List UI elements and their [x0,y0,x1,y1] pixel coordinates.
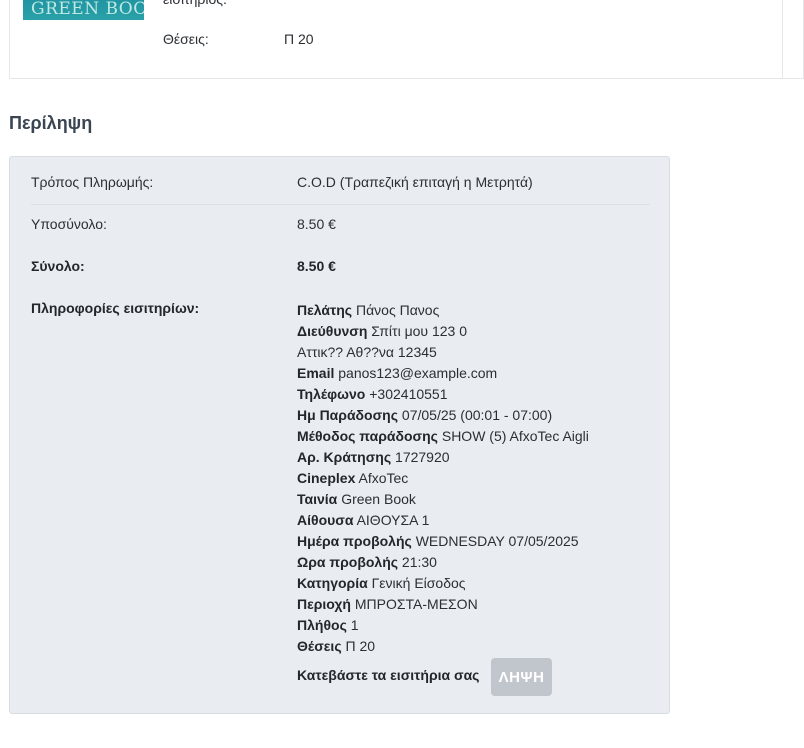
info-item: Κατηγορία Γενική Είσοδος [297,573,589,594]
info-item: Πλήθος 1 [297,615,589,636]
info-value: Πάνος Πανος [355,302,440,318]
ticket-card: GREEN BOOK εισιτήριος. Θέσεις: Π 20 [9,0,804,79]
info-key: Αίθουσα [297,512,354,528]
download-label: Κατεβάστε τα εισιτήρια σας [297,667,480,683]
info-item: Αρ. Κράτησης 1727920 [297,447,589,468]
info-value: 07/05/25 (00:01 - 07:00) [401,407,553,423]
ticket-info-row: Πληροφορίες εισιτηρίων: Πελάτης Πάνος Πα… [31,298,650,708]
info-key: Email [297,365,335,381]
info-value: SHOW (5) AfxoTec Aigli [441,428,589,444]
info-key: Ημέρα προβολής [297,533,412,549]
payment-value: C.O.D (Τραπεζική επιταγή η Μετρητά) [297,174,533,190]
info-item: Cineplex AfxoTec [297,468,589,489]
ticket-card-text: εισιτήριος. [163,0,227,8]
download-tickets-button[interactable]: ΛΗΨΗ [491,658,552,696]
ticket-info-list: Πελάτης Πάνος Πανος Διεύθυνση Σπίτι μου … [297,300,589,657]
subtotal-label: Υποσύνολο: [31,216,107,232]
info-value: ΑΙΘΟΥΣΑ 1 [356,512,430,528]
info-key: Cineplex [297,470,356,486]
info-item: Αττικ?? Αθ??να 12345 [297,342,589,363]
info-value: +302410551 [369,386,448,402]
info-item: Ημ Παράδοσης 07/05/25 (00:01 - 07:00) [297,405,589,426]
info-item: Email panos123@example.com [297,363,589,384]
card-divider [782,0,783,78]
info-value: Π 20 [345,638,376,654]
info-value: ΜΠΡΟΣΤΑ-ΜΕΣΟΝ [354,596,478,612]
info-value: Σπίτι μου 123 0 [371,323,467,339]
payment-label: Τρόπος Πληρωμής: [31,174,154,190]
movie-poster-image: GREEN BOOK [23,0,144,20]
info-value: Green Book [341,491,416,507]
seats-value: Π 20 [284,31,314,47]
info-key: Ημ Παράδοσης [297,407,399,423]
info-item: Ωρα προβολής 21:30 [297,552,589,573]
info-item: Πελάτης Πάνος Πανος [297,300,589,321]
info-key: Κατηγορία [297,575,368,591]
total-value: 8.50 € [297,258,336,274]
info-item: Διεύθυνση Σπίτι μου 123 0 [297,321,589,342]
info-item: Αίθουσα ΑΙΘΟΥΣΑ 1 [297,510,589,531]
subtotal-value: 8.50 € [297,216,336,232]
info-key: Πλήθος [297,617,347,633]
info-value: panos123@example.com [338,365,498,381]
seats-label: Θέσεις: [163,31,209,47]
info-item: Περιοχή ΜΠΡΟΣΤΑ-ΜΕΣΟΝ [297,594,589,615]
info-key: Ωρα προβολής [297,554,399,570]
info-key: Πελάτης [297,302,353,318]
info-value: 1 [350,617,359,633]
info-item: Τηλέφωνο +302410551 [297,384,589,405]
poster-title: GREEN BOOK [31,0,144,19]
info-key: Τηλέφωνο [297,386,366,402]
info-item: Ταινία Green Book [297,489,589,510]
info-key: Μέθοδος παράδοσης [297,428,438,444]
info-key: Ταινία [297,491,338,507]
info-value: 1727920 [395,449,450,465]
summary-title: Περίληψη [9,113,93,133]
info-key: Αρ. Κράτησης [297,449,392,465]
info-value: WEDNESDAY 07/05/2025 [415,533,579,549]
info-key: Διεύθυνση [297,323,368,339]
info-value: Αττικ?? Αθ??να 12345 [297,344,437,360]
info-item: Θέσεις Π 20 [297,636,589,657]
info-item: Ημέρα προβολής WEDNESDAY 07/05/2025 [297,531,589,552]
total-label: Σύνολο: [31,258,85,274]
info-item: Μέθοδος παράδοσης SHOW (5) AfxoTec Aigli [297,426,589,447]
ticket-info-label: Πληροφορίες εισιτηρίων: [31,300,200,316]
summary-panel: Τρόπος Πληρωμής: C.O.D (Τραπεζική επιταγ… [9,156,670,714]
info-value: Γενική Είσοδος [371,575,466,591]
info-value: AfxoTec [358,470,409,486]
info-value: 21:30 [401,554,437,570]
info-key: Περιοχή [297,596,351,612]
info-key: Θέσεις [297,638,342,654]
payment-row: Τρόπος Πληρωμής: C.O.D (Τραπεζική επιταγ… [31,172,650,205]
